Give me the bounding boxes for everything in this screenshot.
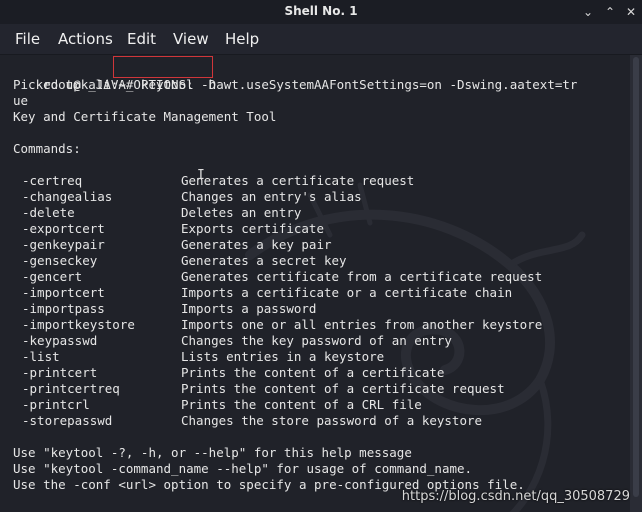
vertical-scrollbar[interactable] — [630, 55, 642, 512]
window-title: Shell No. 1 — [284, 4, 358, 18]
command-highlight-box — [113, 56, 213, 78]
command-description: Generates a certificate request — [181, 173, 415, 188]
command-row: -delete Deletes an entry — [13, 205, 613, 221]
command-option: -list — [22, 349, 60, 364]
command-option: -changealias — [22, 189, 113, 204]
command-description: Exports certificate — [181, 221, 324, 236]
menu-view[interactable]: View — [173, 30, 209, 48]
mouse-cursor-icon: I — [197, 168, 205, 183]
command-description: Generates a secret key — [181, 253, 347, 268]
command-description: Imports a certificate or a certificate c… — [181, 285, 513, 300]
command-description: Generates a key pair — [181, 237, 332, 252]
minimize-button[interactable]: ⌄ — [579, 3, 597, 21]
command-description: Generates certificate from a certificate… — [181, 269, 543, 284]
menu-help[interactable]: Help — [225, 30, 259, 48]
title-bar: Shell No. 1 ⌄ ⌃ ✕ — [0, 0, 642, 24]
commands-header: Commands: — [13, 141, 81, 156]
command-option: -importkeystore — [22, 317, 135, 332]
command-description: Changes an entry's alias — [181, 189, 362, 204]
output-line: Picked up _JAVA_OPTIONS: -Dawt.useSystem… — [13, 77, 578, 92]
terminal-output[interactable]: root@kali:~# keytool -h Picked up _JAVA_… — [0, 55, 630, 512]
menu-bar: File Actions Edit View Help — [0, 24, 642, 54]
minimize-icon: ⌄ — [582, 5, 594, 19]
command-option: -gencert — [22, 269, 83, 284]
command-row: -importkeystore Imports one or all entrie… — [13, 317, 613, 333]
output-line: ue — [13, 93, 29, 108]
command-option: -genseckey — [22, 253, 98, 268]
maximize-icon: ⌃ — [604, 5, 616, 19]
command-option: -printcrl — [22, 397, 90, 412]
command-row: -exportcert Exports certificate — [13, 221, 613, 237]
command-description: Imports a password — [181, 301, 317, 316]
command-row: -printcrl Prints the content of a CRL fil… — [13, 397, 613, 413]
command-option: -printcert — [22, 365, 98, 380]
command-description: Prints the content of a certificate — [181, 365, 445, 380]
command-row: -importpass Imports a password — [13, 301, 613, 317]
command-description: Changes the store password of a keystore — [181, 413, 483, 428]
command-row: -genkeypair Generates a key pair — [13, 237, 613, 253]
command-row: -genseckey Generates a secret key — [13, 253, 613, 269]
command-row: -certreq Generates a certificate request — [13, 173, 613, 189]
command-description: Imports one or all entries from another … — [181, 317, 543, 332]
command-description: Changes the key password of an entry — [181, 333, 452, 348]
command-row: -storepasswd Changes the store password o… — [13, 413, 613, 429]
command-option: -genkeypair — [22, 237, 105, 252]
maximize-button[interactable]: ⌃ — [601, 3, 619, 21]
tool-title-line: Key and Certificate Management Tool — [13, 109, 277, 124]
command-option: -importpass — [22, 301, 105, 316]
help-line: Use "keytool -command_name --help" for u… — [13, 461, 473, 476]
command-row: -changealias Changes an entry's alias — [13, 189, 613, 205]
help-line: Use "keytool -?, -h, or --help" for this… — [13, 445, 412, 460]
command-option: -storepasswd — [22, 413, 113, 428]
command-description: Lists entries in a keystore — [181, 349, 385, 364]
command-option: -delete — [22, 205, 75, 220]
command-option: -printcertreq — [22, 381, 120, 396]
command-option: -keypasswd — [22, 333, 98, 348]
command-description: Prints the content of a certificate requ… — [181, 381, 505, 396]
menu-actions[interactable]: Actions — [58, 30, 113, 48]
command-description: Deletes an entry — [181, 205, 302, 220]
scrollbar-thumb[interactable] — [633, 57, 639, 497]
menu-file[interactable]: File — [15, 30, 40, 48]
command-row: -keypasswd Changes the key password of an… — [13, 333, 613, 349]
command-row: -gencert Generates certificate from a cer… — [13, 269, 613, 285]
command-description: Prints the content of a CRL file — [181, 397, 422, 412]
command-option: -exportcert — [22, 221, 105, 236]
command-row: -importcert Imports a certificate or a ce… — [13, 285, 613, 301]
command-row: -printcertreq Prints the content of a cer… — [13, 381, 613, 397]
command-option: -certreq — [22, 173, 83, 188]
command-option: -importcert — [22, 285, 105, 300]
blog-watermark-text: https://blog.csdn.net/qq_30508729 — [401, 489, 630, 504]
close-icon: ✕ — [625, 5, 637, 19]
command-row: -printcert Prints the content of a certif… — [13, 365, 613, 381]
command-row: -list Lists entries in a keystore — [13, 349, 613, 365]
close-button[interactable]: ✕ — [622, 3, 640, 21]
menu-edit[interactable]: Edit — [127, 30, 156, 48]
